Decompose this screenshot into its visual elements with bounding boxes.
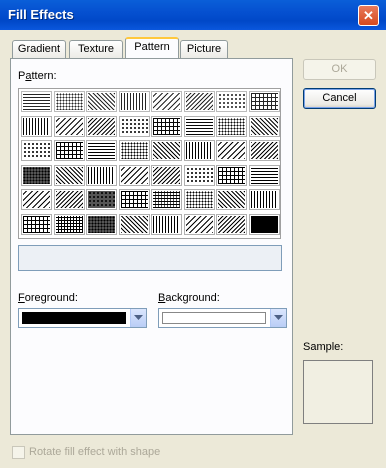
pattern-swatch[interactable] — [53, 115, 85, 137]
pattern-swatch[interactable] — [183, 91, 215, 112]
pattern-swatch[interactable] — [183, 213, 215, 235]
pattern-swatch[interactable] — [248, 213, 280, 235]
foreground-color-dropdown[interactable] — [18, 308, 147, 328]
pattern-swatch[interactable] — [248, 140, 280, 161]
dropdown-button[interactable] — [130, 309, 146, 327]
pattern-swatch[interactable] — [21, 91, 52, 112]
pattern-swatch[interactable] — [21, 140, 52, 161]
pattern-swatch[interactable] — [21, 115, 52, 137]
pattern-swatch[interactable] — [118, 164, 150, 186]
title-bar: Fill Effects ✕ — [0, 0, 386, 30]
pattern-swatch[interactable] — [118, 189, 150, 210]
window-title: Fill Effects — [8, 7, 74, 22]
tab-picture[interactable]: Picture — [180, 40, 228, 58]
tab-pattern[interactable]: Pattern — [125, 37, 179, 58]
close-icon: ✕ — [363, 8, 374, 23]
pattern-swatch[interactable] — [53, 189, 85, 210]
pattern-swatch[interactable] — [151, 213, 182, 235]
pattern-swatch[interactable] — [86, 91, 117, 112]
pattern-grid — [18, 88, 281, 239]
pattern-swatch[interactable] — [21, 189, 52, 210]
pattern-swatch[interactable] — [216, 91, 247, 112]
pattern-swatch[interactable] — [216, 115, 247, 137]
background-swatch — [162, 312, 266, 324]
pattern-swatch[interactable] — [248, 189, 280, 210]
pattern-swatch[interactable] — [151, 91, 182, 112]
pattern-swatch[interactable] — [21, 164, 52, 186]
pattern-swatch[interactable] — [53, 140, 85, 161]
pattern-swatch[interactable] — [183, 115, 215, 137]
pattern-swatch[interactable] — [183, 189, 215, 210]
pattern-swatch[interactable] — [216, 213, 247, 235]
pattern-swatch[interactable] — [53, 91, 85, 112]
pattern-swatch[interactable] — [86, 189, 117, 210]
pattern-swatch[interactable] — [248, 115, 280, 137]
pattern-swatch[interactable] — [53, 164, 85, 186]
pattern-swatch[interactable] — [151, 189, 182, 210]
pattern-swatch[interactable] — [216, 140, 247, 161]
close-button[interactable]: ✕ — [358, 5, 379, 26]
tab-texture[interactable]: Texture — [69, 40, 123, 58]
chevron-down-icon — [274, 315, 283, 320]
pattern-swatch[interactable] — [118, 213, 150, 235]
background-label: Background: — [158, 292, 220, 304]
pattern-label: Pattern: — [18, 70, 57, 82]
dropdown-button[interactable] — [270, 309, 286, 327]
pattern-swatch[interactable] — [183, 140, 215, 161]
pattern-swatch[interactable] — [86, 140, 117, 161]
background-color-dropdown[interactable] — [158, 308, 287, 328]
pattern-swatch[interactable] — [21, 213, 52, 235]
pattern-swatch[interactable] — [248, 91, 280, 112]
cancel-button[interactable]: Cancel — [303, 88, 376, 109]
rotate-checkbox-label: Rotate fill effect with shape — [29, 446, 161, 458]
sample-preview — [303, 360, 373, 424]
pattern-swatch[interactable] — [86, 115, 117, 137]
pattern-swatch[interactable] — [216, 189, 247, 210]
pattern-swatch[interactable] — [151, 140, 182, 161]
rotate-checkbox[interactable] — [12, 446, 25, 459]
chevron-down-icon — [134, 315, 143, 320]
pattern-swatch[interactable] — [53, 213, 85, 235]
pattern-swatch[interactable] — [248, 164, 280, 186]
pattern-swatch[interactable] — [151, 164, 182, 186]
pattern-swatch[interactable] — [216, 164, 247, 186]
pattern-swatch[interactable] — [118, 91, 150, 112]
foreground-label: Foreground: — [18, 292, 78, 304]
sample-label: Sample: — [303, 341, 344, 353]
pattern-swatch[interactable] — [86, 164, 117, 186]
tab-gradient[interactable]: Gradient — [12, 40, 66, 58]
pattern-swatch[interactable] — [183, 164, 215, 186]
foreground-swatch — [22, 312, 126, 324]
pattern-name-box — [18, 245, 282, 271]
pattern-swatch[interactable] — [151, 115, 182, 137]
pattern-swatch[interactable] — [118, 140, 150, 161]
pattern-swatch[interactable] — [86, 213, 117, 235]
pattern-swatch[interactable] — [118, 115, 150, 137]
ok-button[interactable]: OK — [303, 59, 376, 80]
